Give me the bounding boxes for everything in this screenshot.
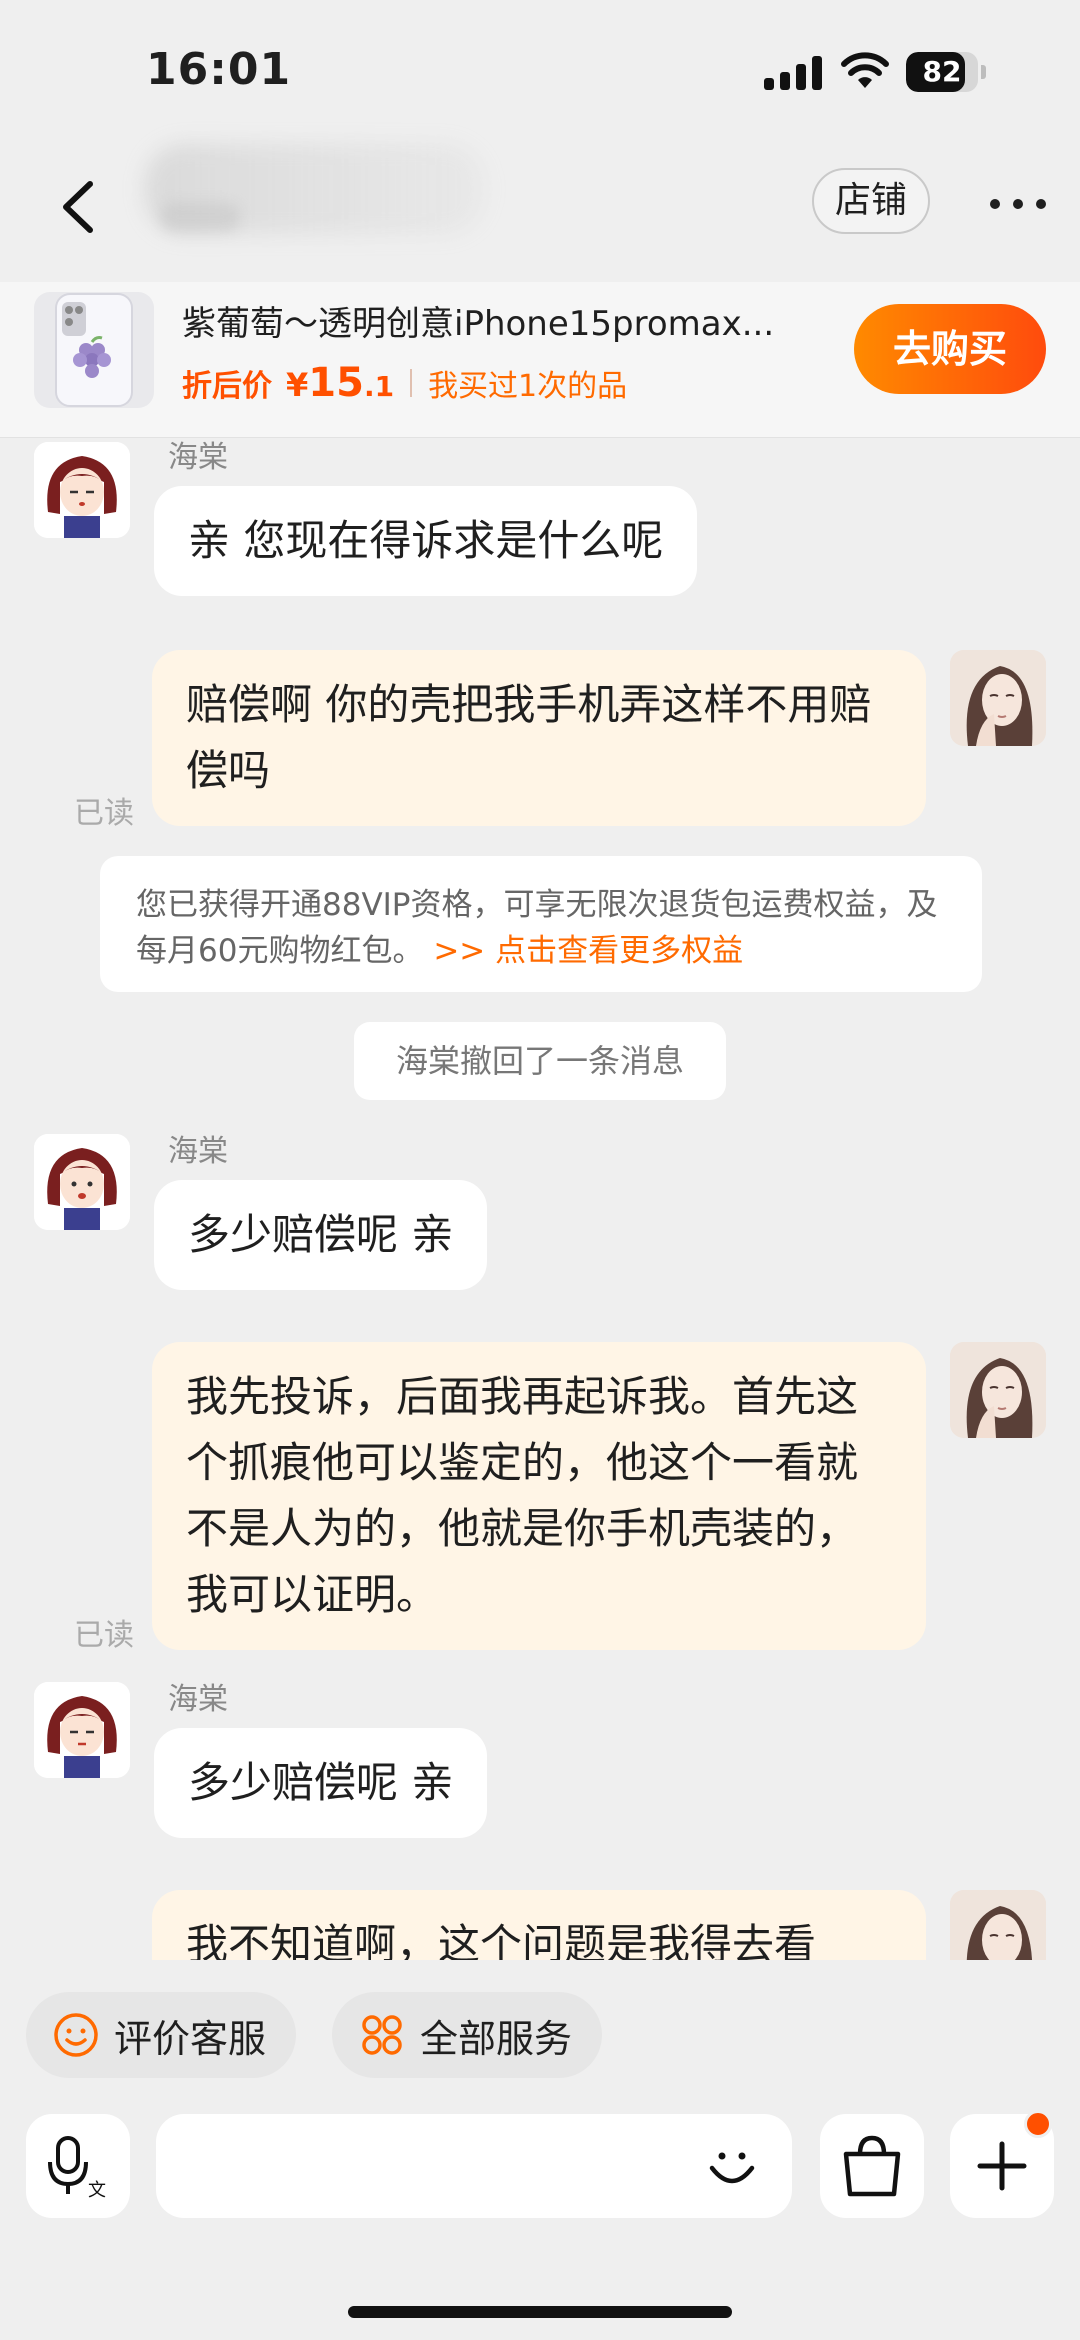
agent-name: 海棠 xyxy=(168,440,228,475)
more-icon[interactable] xyxy=(990,196,1046,212)
price-integer: 15 xyxy=(308,360,364,406)
all-services-button[interactable]: 全部服务 xyxy=(332,1992,603,2078)
incoming-message[interactable]: 多少赔偿呢 亲 xyxy=(154,1728,488,1838)
shopping-bag-icon xyxy=(843,2135,901,2197)
price-decimal: .1 xyxy=(363,370,395,403)
input-bar: 文 xyxy=(0,2104,1080,2224)
incoming-message[interactable]: 亲 您现在得诉求是什么呢 xyxy=(154,486,698,596)
message-input[interactable] xyxy=(156,2114,792,2218)
price-divider xyxy=(410,369,413,397)
purchase-history-text: 我买过1次的品 xyxy=(428,369,628,404)
notification-dot xyxy=(1024,2110,1052,2138)
vip-benefits-link[interactable]: >> 点击查看更多权益 xyxy=(433,933,743,969)
battery-percent: 82 xyxy=(922,55,962,88)
agent-avatar[interactable] xyxy=(34,442,130,538)
cartoon-girl-avatar xyxy=(34,1682,130,1778)
illustrated-woman-avatar xyxy=(950,1342,1046,1438)
store-button[interactable]: 店铺 xyxy=(812,168,930,234)
product-card[interactable]: 紫葡萄～透明创意iPhone15promax... 折后价 ¥ 15 .1 我买… xyxy=(0,282,1080,438)
emoji-icon[interactable] xyxy=(700,2134,764,2198)
phone-case-image xyxy=(55,293,133,407)
back-icon[interactable] xyxy=(52,172,112,242)
outgoing-message[interactable]: 赔偿啊 你的壳把我手机弄这样不用赔偿吗 xyxy=(152,650,926,826)
outgoing-message[interactable]: 我先投诉，后面我再起诉我。首先这个抓痕他可以鉴定的，他这个一看就不是人为的，他就… xyxy=(152,1342,926,1650)
status-time: 16:01 xyxy=(146,44,292,95)
incoming-message[interactable]: 多少赔偿呢 亲 xyxy=(154,1180,488,1290)
services-grid-icon xyxy=(362,2015,402,2055)
read-receipt: 已读 xyxy=(74,796,134,831)
outgoing-message[interactable]: 我不知道啊，这个问题是我得去看 xyxy=(152,1890,926,1960)
cellular-signal-icon xyxy=(764,54,824,90)
shop-subtitle-blurred xyxy=(160,202,240,232)
microphone-icon: 文 xyxy=(48,2136,106,2201)
cartoon-girl-avatar xyxy=(34,1134,130,1230)
home-indicator[interactable] xyxy=(348,2306,732,2318)
status-bar: 16:01 82 xyxy=(0,0,1080,140)
price-label: 折后价 xyxy=(182,369,272,404)
svg-text:文: 文 xyxy=(88,2180,106,2201)
agent-avatar[interactable] xyxy=(34,1682,130,1778)
user-avatar[interactable] xyxy=(950,650,1046,746)
agent-name: 海棠 xyxy=(168,1682,228,1717)
price-currency: ¥ xyxy=(286,366,309,404)
rate-service-button[interactable]: 评价客服 xyxy=(26,1992,297,2078)
quick-actions: 评价客服 全部服务 xyxy=(0,1960,1080,2090)
chat-messages: 海棠 亲 您现在得诉求是什么呢 赔偿啊 你的壳把我手机弄这样不用赔偿吗 已读 您… xyxy=(0,438,1080,1960)
battery-icon: 82 xyxy=(906,52,986,92)
user-avatar[interactable] xyxy=(950,1342,1046,1438)
all-services-label: 全部服务 xyxy=(420,2016,573,2061)
smiley-icon xyxy=(54,2013,98,2057)
price-row: 折后价 ¥ 15 .1 我买过1次的品 xyxy=(182,360,627,406)
voice-to-text-button[interactable]: 文 xyxy=(26,2114,130,2218)
wifi-icon xyxy=(841,52,889,88)
buy-button[interactable]: 去购买 xyxy=(854,304,1046,394)
user-avatar[interactable] xyxy=(950,1890,1046,1960)
agent-name: 海棠 xyxy=(168,1134,228,1169)
agent-avatar[interactable] xyxy=(34,1134,130,1230)
shopping-bag-button[interactable] xyxy=(820,2114,924,2218)
read-receipt: 已读 xyxy=(74,1618,134,1653)
product-thumbnail[interactable] xyxy=(34,292,154,408)
cartoon-girl-avatar xyxy=(34,442,130,538)
product-title[interactable]: 紫葡萄～透明创意iPhone15promax... xyxy=(182,296,822,345)
illustrated-woman-avatar xyxy=(950,650,1046,746)
vip-notice: 您已获得开通88VIP资格，可享无限次退货包运费权益，及每月60元购物红包。 >… xyxy=(100,856,982,992)
illustrated-woman-avatar xyxy=(950,1890,1046,1960)
recall-notice: 海棠撤回了一条消息 xyxy=(354,1022,726,1100)
chat-header: 店铺 xyxy=(0,140,1080,290)
rate-service-label: 评价客服 xyxy=(114,2016,267,2061)
